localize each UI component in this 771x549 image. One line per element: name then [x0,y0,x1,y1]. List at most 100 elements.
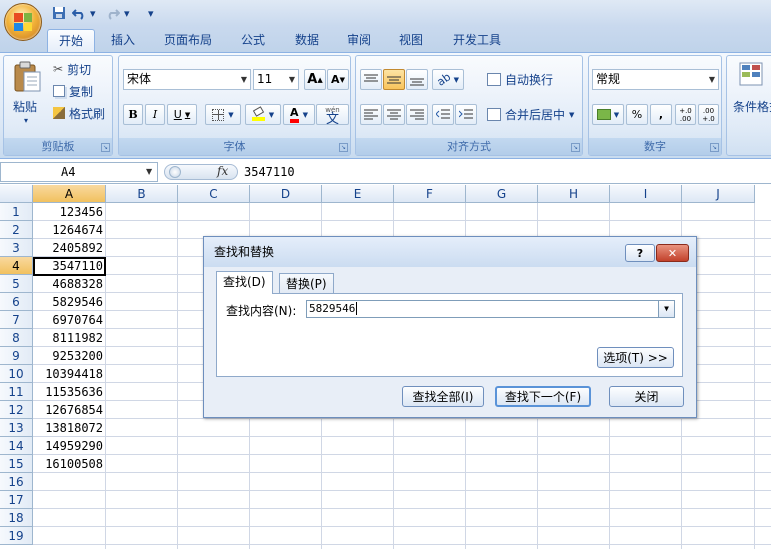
row-header-17[interactable]: 17 [0,491,33,509]
dialog-help-button[interactable]: ? [625,244,655,262]
row-header-14[interactable]: 14 [0,437,33,455]
paste-dropdown-icon[interactable]: ▾ [24,116,28,125]
cell-a6[interactable]: 5829546 [33,293,105,311]
row-header-7[interactable]: 7 [0,311,33,329]
comma-button[interactable]: , [650,104,672,125]
align-left-icon[interactable] [360,104,382,125]
font-name-combo[interactable]: 宋体 ▼ [123,69,251,90]
cell-a13[interactable]: 13818072 [33,419,105,437]
tab-replace[interactable]: 替换(P) [279,273,334,294]
paste-icon[interactable] [12,60,44,94]
column-header-d[interactable]: D [250,185,322,203]
column-header-f[interactable]: F [394,185,466,203]
cell-a7[interactable]: 6970764 [33,311,105,329]
cell-a4[interactable]: 3547110 [33,257,105,275]
cell-a3[interactable]: 2405892 [33,239,105,257]
row-header-15[interactable]: 15 [0,455,33,473]
alignment-launcher-icon[interactable]: ↘ [571,143,580,152]
row-header-8[interactable]: 8 [0,329,33,347]
merge-center-button[interactable]: 合并后居中 ▼ [486,104,575,125]
row-header-16[interactable]: 16 [0,473,33,491]
row-header-1[interactable]: 1 [0,203,33,221]
column-header-e[interactable]: E [322,185,394,203]
customize-qat-button[interactable]: ▾ [148,5,154,21]
column-header-g[interactable]: G [466,185,538,203]
redo-dropdown[interactable]: ▾ [124,5,130,21]
name-box[interactable]: A4 [0,162,158,182]
font-color-button[interactable]: A ▼ [283,104,315,125]
column-header-i[interactable]: I [610,185,682,203]
copy-button[interactable]: 复制 [52,82,94,100]
tab-formulas[interactable]: 公式 [230,29,276,52]
orientation-button[interactable]: ab ▼ [432,69,464,90]
align-right-icon[interactable] [406,104,428,125]
decrease-indent-icon[interactable] [432,104,454,125]
undo-icon[interactable] [72,5,86,21]
font-size-combo[interactable]: 11 ▼ [253,69,299,90]
cell-a9[interactable]: 9253200 [33,347,105,365]
cell-a1[interactable]: 123456 [33,203,105,221]
row-header-11[interactable]: 11 [0,383,33,401]
tab-data[interactable]: 数据 [284,29,330,52]
percent-button[interactable]: % [626,104,648,125]
row-header-13[interactable]: 13 [0,419,33,437]
row-header-10[interactable]: 10 [0,365,33,383]
circle-handle-icon[interactable] [169,166,181,178]
cell-a10[interactable]: 10394418 [33,365,105,383]
format-painter-button[interactable]: 格式刷 [52,104,106,122]
cell-a14[interactable]: 14959290 [33,437,105,455]
row-header-3[interactable]: 3 [0,239,33,257]
border-button[interactable]: ▼ [205,104,241,125]
align-center-icon[interactable] [383,104,405,125]
row-header-4[interactable]: 4 [0,257,33,275]
fill-color-button[interactable]: ▼ [245,104,281,125]
column-header-a[interactable]: A [33,185,106,203]
row-header-19[interactable]: 19 [0,527,33,545]
select-all-corner[interactable] [0,185,33,203]
cell-a11[interactable]: 11535636 [33,383,105,401]
align-top-icon[interactable] [360,69,382,90]
align-middle-icon[interactable] [383,69,405,90]
column-header-b[interactable]: B [106,185,178,203]
column-header-c[interactable]: C [178,185,250,203]
italic-button[interactable]: I [145,104,165,125]
row-header-9[interactable]: 9 [0,347,33,365]
decrease-decimal-button[interactable]: .00 +.0 [698,104,719,125]
row-header-6[interactable]: 6 [0,293,33,311]
number-format-combo[interactable]: 常规 ▼ [592,69,719,90]
column-header-h[interactable]: H [538,185,610,203]
name-box-dropdown-icon[interactable]: ▼ [146,167,152,176]
cell-a12[interactable]: 12676854 [33,401,105,419]
tab-page-layout[interactable]: 页面布局 [153,29,223,52]
formula-input[interactable]: 3547110 [244,162,295,182]
row-header-5[interactable]: 5 [0,275,33,293]
cell-a15[interactable]: 16100508 [33,455,105,473]
cut-button[interactable]: ✂ 剪切 [52,60,92,78]
undo-dropdown[interactable]: ▾ [90,5,96,21]
find-what-input[interactable]: 5829546 ▼ [306,300,675,318]
insert-function-icon[interactable]: fx [217,164,228,178]
cell-a8[interactable]: 8111982 [33,329,105,347]
bold-button[interactable]: B [123,104,143,125]
tab-home[interactable]: 开始 [47,29,96,52]
tab-developer[interactable]: 开发工具 [442,29,512,52]
currency-button[interactable]: ▼ [592,104,624,125]
wrap-text-button[interactable]: 自动换行 [486,69,554,90]
find-all-button[interactable]: 查找全部(I) [402,386,484,407]
conditional-format-icon[interactable] [739,62,767,88]
row-header-18[interactable]: 18 [0,509,33,527]
dialog-close-icon[interactable]: ✕ [656,244,689,262]
increase-indent-icon[interactable] [455,104,477,125]
save-icon[interactable] [52,5,66,21]
tab-find[interactable]: 查找(D) [216,271,273,294]
tab-insert[interactable]: 插入 [100,29,146,52]
grow-font-button[interactable]: A ▲ [304,69,326,90]
underline-button[interactable]: U ▼ [167,104,197,125]
cell-a5[interactable]: 4688328 [33,275,105,293]
font-launcher-icon[interactable]: ↘ [339,143,348,152]
increase-decimal-button[interactable]: +.0 .00 [675,104,696,125]
row-header-2[interactable]: 2 [0,221,33,239]
align-bottom-icon[interactable] [406,69,428,90]
conditional-format-button[interactable]: 条件格式 [733,98,771,115]
office-button[interactable] [4,3,42,41]
